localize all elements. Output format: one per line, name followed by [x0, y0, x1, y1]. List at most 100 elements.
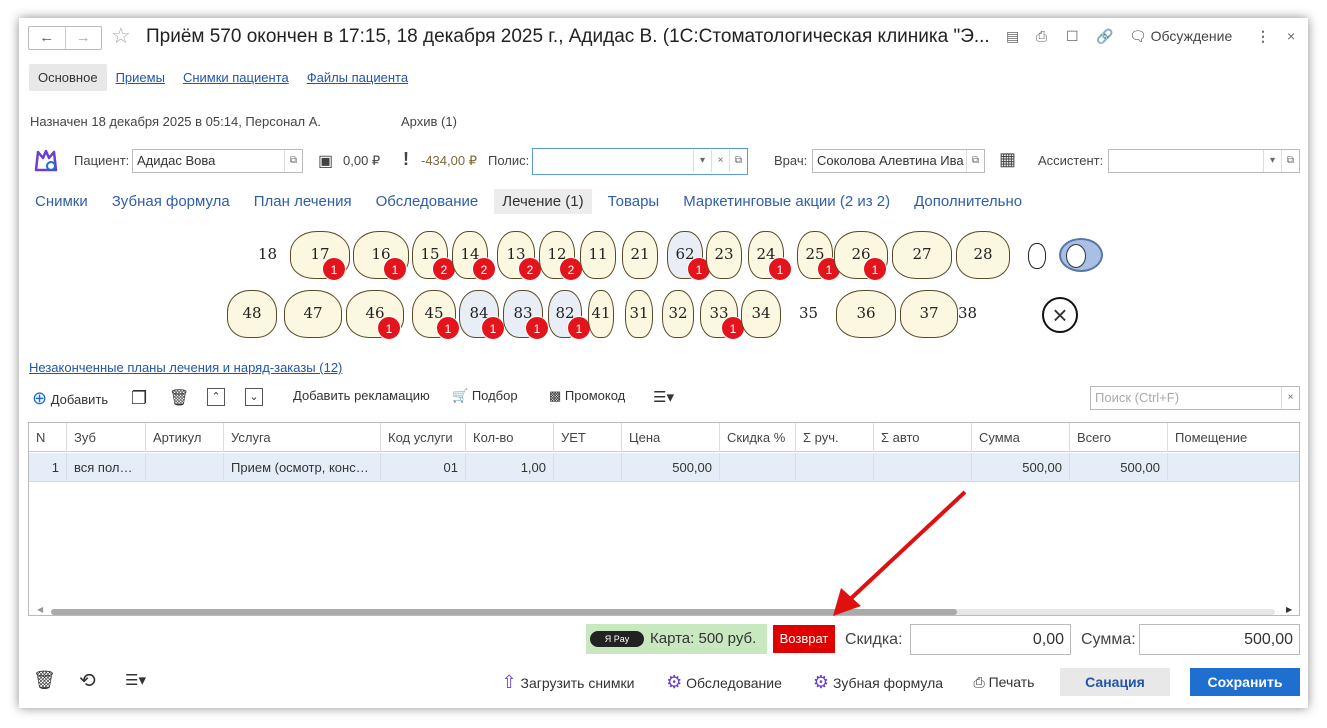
tooth-18[interactable]: 18 [258, 245, 277, 263]
history-icon[interactable]: ⟲ [79, 668, 96, 693]
table-cell[interactable]: 500,00 [1070, 453, 1168, 482]
column-header[interactable]: Цена [622, 423, 720, 452]
open-icon[interactable]: ⧉ [284, 150, 302, 172]
column-header[interactable]: Услуга [224, 423, 381, 452]
dropdown-icon[interactable]: ▾ [693, 150, 711, 172]
clear-icon[interactable]: × [711, 150, 729, 172]
column-header[interactable]: Всего [1070, 423, 1168, 452]
column-header[interactable]: N [29, 423, 67, 452]
tab-treatment[interactable]: Лечение (1) [494, 189, 592, 214]
table-cell[interactable]: 500,00 [622, 453, 720, 482]
scroll-right-icon[interactable]: ▶ [1286, 605, 1292, 614]
save-disk-icon[interactable]: ▤ [1006, 28, 1019, 45]
table-cell[interactable]: 500,00 [972, 453, 1070, 482]
scroll-left-icon[interactable]: ◀ [37, 605, 43, 614]
more-menu-icon[interactable]: ☰▾ [125, 671, 146, 689]
column-header[interactable]: Кол-во [466, 423, 554, 452]
tooth-34[interactable]: 34 [741, 290, 781, 338]
tooth-23[interactable]: 23 [706, 231, 742, 279]
more-menu-icon[interactable]: ☰▾ [653, 388, 674, 406]
forward-arrow-icon[interactable]: → [64, 27, 102, 49]
column-header[interactable]: Σ авто [874, 423, 972, 452]
table-cell[interactable]: Прием (осмотр, конс… [224, 453, 381, 482]
load-images-button[interactable]: ⇧ Загрузить снимки [495, 668, 641, 696]
exam-button[interactable]: ⚙ Обследование [661, 668, 787, 696]
tooth-48[interactable]: 48 [227, 290, 277, 338]
tooth-37[interactable]: 37 [900, 290, 958, 338]
column-header[interactable]: Помещение [1168, 423, 1299, 452]
tab-treatment-plan[interactable]: План лечения [246, 189, 360, 214]
dropdown-icon[interactable]: ▾ [1263, 150, 1281, 172]
add-button[interactable]: ⊕ Добавить [32, 388, 108, 409]
close-icon[interactable]: × [1287, 28, 1295, 44]
patient-field[interactable]: Адидас Вова ⧉ [132, 149, 303, 173]
open-icon[interactable]: ⧉ [966, 150, 984, 172]
tab-marketing[interactable]: Маркетинговые акции (2 из 2) [675, 189, 898, 214]
column-header[interactable]: Зуб [67, 423, 146, 452]
tooth-27[interactable]: 27 [892, 231, 952, 279]
table-cell[interactable] [720, 453, 796, 482]
horizontal-scrollbar[interactable] [51, 609, 1275, 615]
tooth-21[interactable]: 21 [622, 231, 658, 279]
dental-formula-button[interactable]: ⚙ Зубная формула [809, 668, 947, 696]
trash-icon[interactable]: 🗑 [169, 388, 189, 408]
column-header[interactable]: Код услуги [381, 423, 466, 452]
column-header[interactable]: Сумма [972, 423, 1070, 452]
tab-dental-formula[interactable]: Зубная формула [104, 189, 238, 214]
tab-goods[interactable]: Товары [600, 189, 668, 214]
tooth-pair-icon[interactable] [1059, 238, 1103, 272]
more-menu-icon[interactable]: ⋮ [1256, 28, 1270, 45]
promo-button[interactable]: ▩ Промокод [549, 388, 625, 404]
archive-link[interactable]: Архив (1) [401, 114, 457, 129]
tooth-38[interactable]: 38 [958, 304, 977, 322]
sum-field[interactable]: 500,00 [1139, 624, 1300, 655]
tooth-32[interactable]: 32 [662, 290, 694, 338]
table-cell[interactable]: 1,00 [466, 453, 554, 482]
search-input[interactable]: Поиск (Ctrl+F) × [1090, 386, 1300, 410]
tab-patient-files[interactable]: Файлы пациента [298, 64, 417, 91]
add-reclamation-button[interactable]: Добавить рекламацию [293, 388, 430, 403]
scrollbar-thumb[interactable] [51, 609, 957, 615]
selection-button[interactable]: 🛒 Подбор [452, 388, 518, 404]
tab-appointments[interactable]: Приемы [107, 64, 174, 91]
table-cell[interactable] [554, 453, 622, 482]
open-icon[interactable]: ⧉ [729, 150, 747, 172]
tab-additional[interactable]: Дополнительно [906, 189, 1030, 214]
doctor-field[interactable]: Соколова Алевтина Ива ⧉ [812, 149, 985, 173]
tooth-28[interactable]: 28 [956, 231, 1010, 279]
sanation-button[interactable]: Санация [1060, 668, 1170, 696]
open-icon[interactable]: ⧉ [1281, 150, 1299, 172]
table-cell[interactable]: 1 [29, 453, 67, 482]
tooth-31[interactable]: 31 [625, 290, 653, 338]
tab-main[interactable]: Основное [29, 64, 107, 91]
back-arrow-icon[interactable]: ← [29, 27, 65, 49]
column-header[interactable]: Артикул [146, 423, 224, 452]
tooth-36[interactable]: 36 [836, 290, 896, 338]
unfinished-plans-link[interactable]: Незаконченные планы лечения и наряд-зака… [29, 360, 342, 375]
table-cell[interactable] [146, 453, 224, 482]
refund-button[interactable]: Возврат [773, 625, 835, 653]
remove-tooth-icon[interactable]: × [1042, 297, 1078, 333]
discount-field[interactable]: 0,00 [910, 624, 1071, 655]
favorite-star-icon[interactable]: ☆ [111, 23, 131, 49]
tooth-41[interactable]: 41 [588, 290, 614, 338]
table-cell[interactable] [1168, 453, 1299, 482]
print-button[interactable]: ⎙ Печать [967, 668, 1041, 696]
table-cell[interactable]: вся пол… [67, 453, 146, 482]
trash-icon[interactable]: 🗑 [33, 670, 56, 691]
safe-icon[interactable]: ▣ [318, 151, 333, 171]
move-up-icon[interactable]: ⌃ [207, 388, 225, 406]
tooth-47[interactable]: 47 [284, 290, 342, 338]
tab-patient-images[interactable]: Снимки пациента [174, 64, 298, 91]
column-header[interactable]: Скидка % [720, 423, 796, 452]
discussion-button[interactable]: 🗨 Обсуждение [1129, 28, 1232, 45]
tooth-outline-icon[interactable] [1028, 243, 1046, 269]
tab-examination[interactable]: Обследование [368, 189, 487, 214]
preview-icon[interactable]: ☐ [1066, 28, 1079, 45]
move-down-icon[interactable]: ⌄ [245, 388, 263, 406]
polis-field[interactable]: ▾ × ⧉ [532, 148, 748, 175]
copy-icon[interactable]: ❐ [131, 388, 147, 409]
column-header[interactable]: УЕТ [554, 423, 622, 452]
table-row[interactable]: 1 вся пол… Прием (осмотр, конс… 01 1,00 500,0… [29, 453, 1299, 482]
tab-images[interactable]: Снимки [27, 189, 96, 214]
